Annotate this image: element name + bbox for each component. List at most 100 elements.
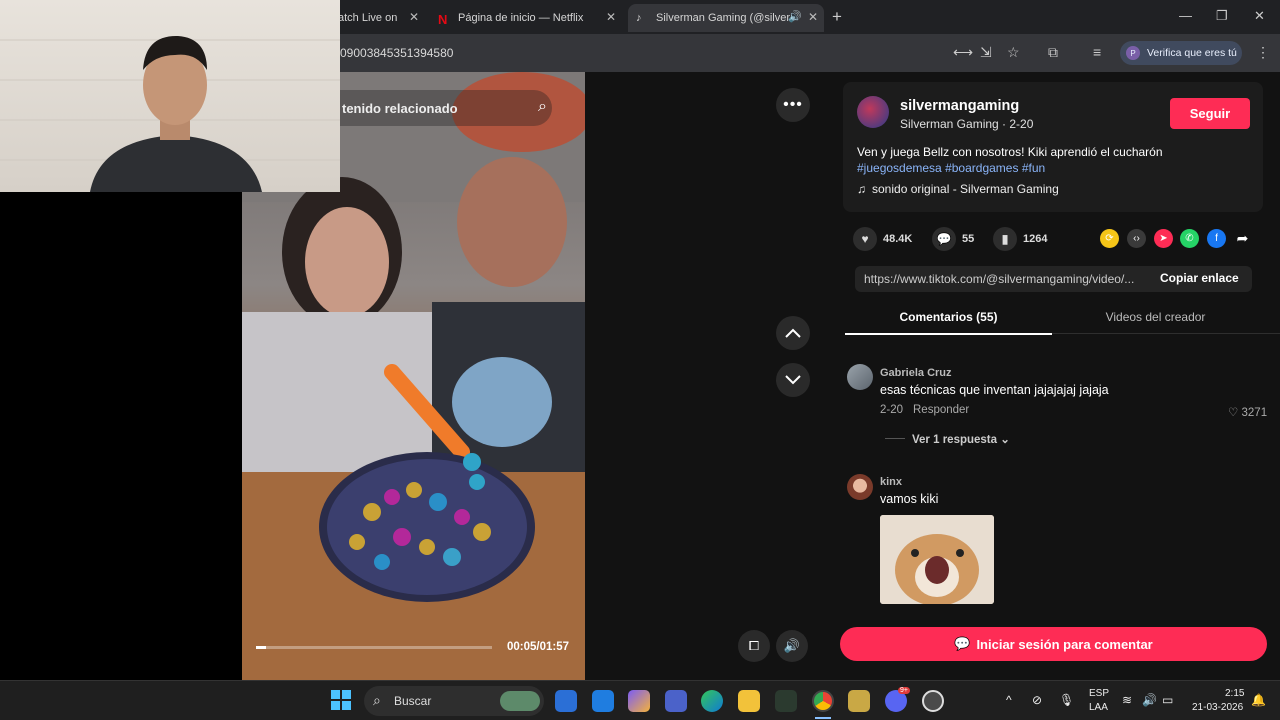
related-content-label: tenido relacionado: [342, 101, 458, 116]
save-button[interactable]: ▮ 1264: [993, 227, 1047, 251]
video-time: 00:05/01:57: [507, 641, 570, 653]
hashtag-link[interactable]: #juegosdemesa: [857, 161, 942, 175]
battery-icon[interactable]: ▭: [1162, 693, 1173, 707]
hashtag-link[interactable]: #fun: [1022, 161, 1045, 175]
copilot-icon[interactable]: [628, 690, 650, 712]
share-arrow-icon[interactable]: ➦: [1233, 229, 1252, 248]
league-icon[interactable]: [775, 690, 797, 712]
reply-button[interactable]: Responder: [913, 404, 969, 416]
netflix-icon: N: [438, 12, 448, 27]
install-app-icon[interactable]: ⇲: [980, 44, 992, 61]
tab-netflix[interactable]: N Página de inicio — Netflix ✕: [430, 4, 622, 32]
tab-creator-videos[interactable]: Videos del creador: [1052, 310, 1259, 324]
tab-netflix-label: Página de inicio — Netflix: [458, 12, 584, 24]
file-explorer-icon[interactable]: [738, 690, 760, 712]
comment-avatar[interactable]: [847, 474, 873, 500]
view-replies-button[interactable]: Ver 1 respuesta ⌄: [912, 432, 1010, 446]
outlook-icon[interactable]: [555, 690, 577, 712]
verify-profile-button[interactable]: P Verifica que eres tú: [1120, 41, 1242, 65]
tiktok-icon: ♪: [636, 12, 642, 24]
copy-link-button[interactable]: Copiar enlace: [1160, 271, 1239, 285]
profile-avatar: P: [1126, 46, 1140, 60]
minimize-icon[interactable]: —: [1179, 8, 1192, 23]
taskbar-search[interactable]: ⌕ Buscar: [364, 686, 544, 716]
bookmark-icon: ▮: [993, 227, 1017, 251]
whatsapp-icon[interactable]: ✆: [1180, 229, 1199, 248]
close-window-icon[interactable]: ✕: [1254, 8, 1265, 24]
wifi-icon[interactable]: ≋: [1122, 693, 1132, 707]
heart-outline-icon: ♡: [1228, 407, 1239, 419]
comment-bubble-icon: 💬: [954, 636, 971, 651]
chevron-down-icon: ⌄: [1000, 434, 1010, 446]
follow-button[interactable]: Seguir: [1170, 98, 1250, 129]
tray-overflow-icon[interactable]: ^: [1006, 693, 1012, 707]
lang-top[interactable]: ESP: [1089, 688, 1109, 699]
app-icon[interactable]: [848, 690, 870, 712]
comment-author[interactable]: Gabriela Cruz: [880, 367, 952, 379]
volume-icon[interactable]: 🔊: [1142, 693, 1157, 707]
store-icon[interactable]: [592, 690, 614, 712]
next-video-button[interactable]: [776, 363, 810, 397]
sound-link[interactable]: ♫ sonido original - Silverman Gaming: [857, 182, 1059, 196]
volume-button[interactable]: 🔊: [776, 630, 808, 662]
windows-start-icon[interactable]: [331, 690, 351, 710]
clock-time[interactable]: 2:15: [1225, 688, 1244, 699]
tab-comments[interactable]: Comentarios (55): [845, 310, 1052, 335]
tab-tiktok[interactable]: ♪ Silverman Gaming (@silver 🔊 ✕: [628, 4, 824, 32]
chrome-icon[interactable]: [812, 690, 834, 712]
clock-date[interactable]: 21-03-2026: [1192, 702, 1243, 713]
chrome-menu-icon[interactable]: ⋮: [1256, 44, 1270, 61]
translate-icon[interactable]: ⟷: [953, 44, 973, 61]
pip-button[interactable]: ⧠: [738, 630, 770, 662]
active-app-indicator: [815, 717, 831, 719]
extensions-icon[interactable]: ⧉: [1048, 44, 1058, 61]
audio-playing-icon[interactable]: 🔊: [788, 10, 802, 23]
video-description: Ven y juega Bellz con nosotros! Kiki apr…: [857, 144, 1257, 176]
close-icon[interactable]: ✕: [409, 10, 419, 24]
tab-twitch-label: atch Live on: [338, 12, 398, 24]
close-icon[interactable]: ✕: [606, 10, 616, 24]
comment-button[interactable]: 💬 55: [932, 227, 974, 251]
app-icon[interactable]: [922, 690, 944, 712]
comment-avatar[interactable]: [847, 364, 873, 390]
notification-bell-icon[interactable]: 🔔: [1251, 693, 1266, 707]
previous-video-button[interactable]: [776, 316, 810, 350]
sound-label: sonido original - Silverman Gaming: [872, 182, 1059, 196]
creator-avatar[interactable]: [857, 96, 889, 128]
comment-count: 55: [962, 233, 975, 245]
url-field[interactable]: 09003845351394580: [340, 46, 453, 60]
microphone-icon[interactable]: 🎙: [1059, 693, 1074, 707]
more-icon: •••: [783, 96, 803, 113]
search-icon: ⌕: [373, 692, 381, 708]
more-options-button[interactable]: •••: [776, 88, 810, 122]
tray-app-icon[interactable]: ⊘: [1032, 693, 1042, 707]
like-button[interactable]: ♥ 48.4K: [853, 227, 912, 251]
teams-icon[interactable]: [665, 690, 687, 712]
search-highlight-icon: [500, 691, 540, 711]
comment-author[interactable]: kinx: [880, 476, 902, 488]
description-text: Ven y juega Bellz con nosotros! Kiki apr…: [857, 145, 1163, 159]
video-link-text[interactable]: https://www.tiktok.com/@silvermangaming/…: [864, 272, 1134, 286]
media-control-icon[interactable]: ≡: [1093, 44, 1101, 60]
search-icon[interactable]: ⌕: [538, 98, 547, 116]
hamster-image: [880, 515, 994, 604]
hashtag-link[interactable]: #boardgames: [945, 161, 1018, 175]
video-info-card: silvermangaming Silverman Gaming · 2-20 …: [843, 82, 1263, 212]
creator-subtitle: Silverman Gaming · 2-20: [900, 117, 1034, 131]
edge-icon[interactable]: [701, 690, 723, 712]
send-icon[interactable]: ➤: [1154, 229, 1173, 248]
video-progress-bar[interactable]: [256, 646, 492, 649]
facebook-icon[interactable]: f: [1207, 229, 1226, 248]
tab-twitch[interactable]: atch Live on ✕: [330, 4, 425, 32]
comment-gif-hamster[interactable]: [880, 515, 994, 604]
login-to-comment-button[interactable]: 💬 Iniciar sesión para comentar: [840, 627, 1267, 661]
lang-bottom[interactable]: LAA: [1089, 702, 1108, 713]
creator-username[interactable]: silvermangaming: [900, 98, 1019, 114]
maximize-icon[interactable]: ❐: [1216, 8, 1228, 24]
close-icon[interactable]: ✕: [808, 10, 818, 24]
comment-like-button[interactable]: ♡ 3271: [1228, 405, 1267, 419]
repost-icon[interactable]: ⟳: [1100, 229, 1119, 248]
bookmark-star-icon[interactable]: ☆: [1007, 44, 1020, 61]
new-tab-button[interactable]: +: [832, 7, 842, 27]
embed-icon[interactable]: ‹›: [1127, 229, 1146, 248]
